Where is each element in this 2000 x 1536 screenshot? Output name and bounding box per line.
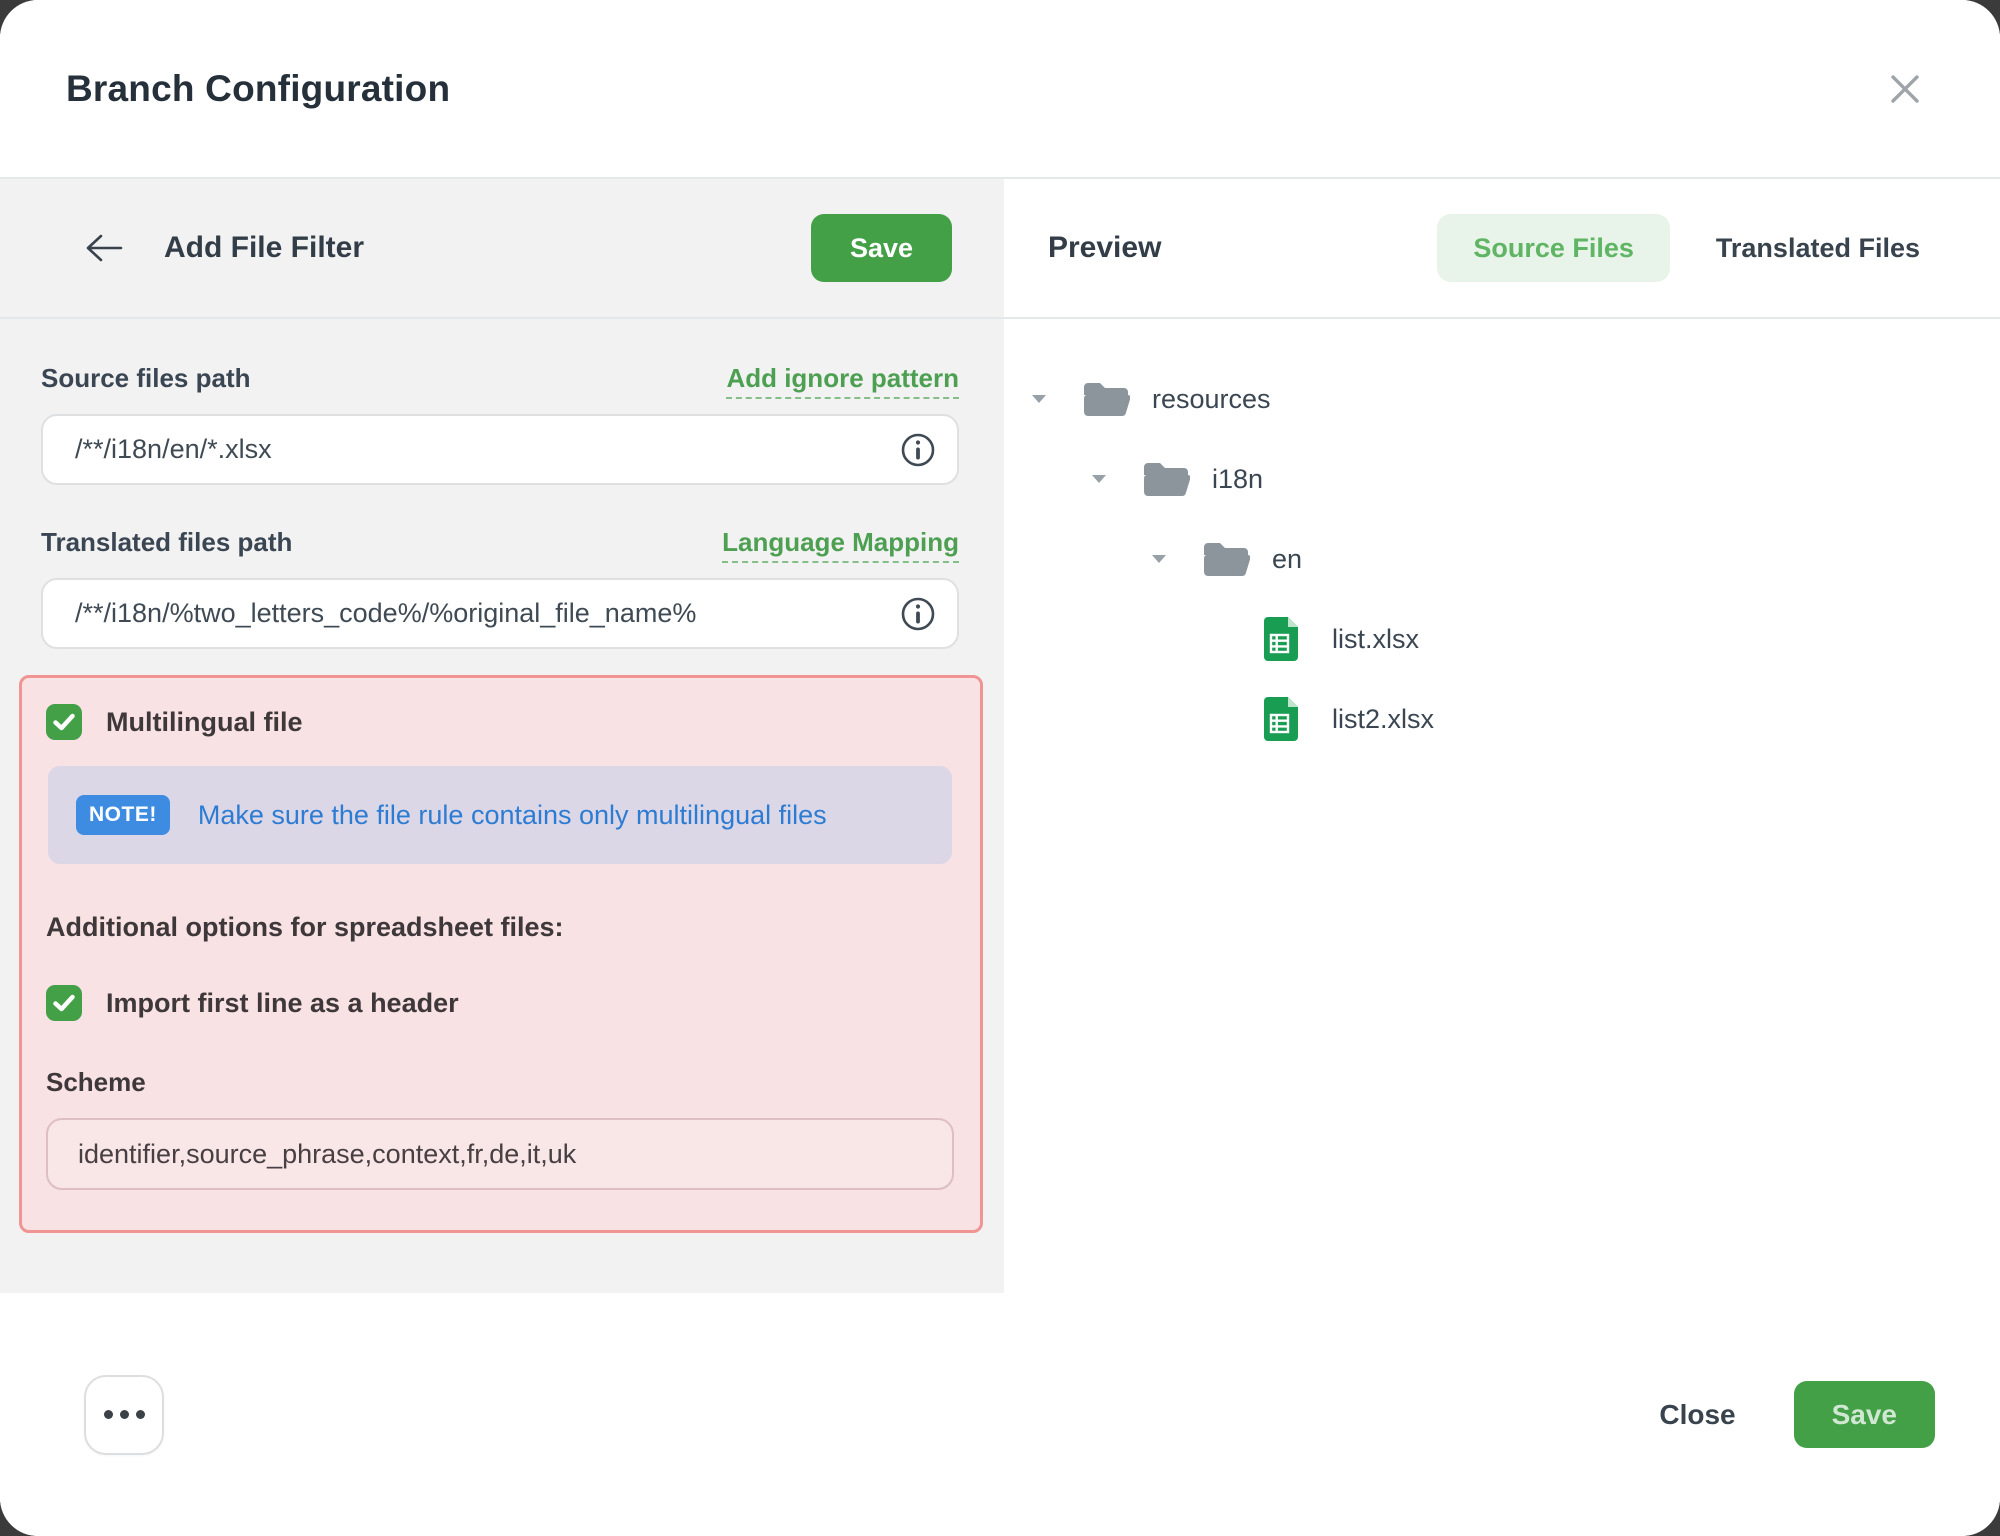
chevron-down-icon[interactable] (1030, 393, 1082, 405)
dot-icon (136, 1410, 145, 1419)
tree-row[interactable]: en (1004, 519, 2000, 599)
import-header-checkbox-row[interactable]: Import first line as a header (46, 985, 954, 1021)
note-badge: NOTE! (76, 795, 170, 835)
preview-tabs: Source Files Translated Files (1437, 214, 1920, 282)
close-icon[interactable] (1882, 66, 1928, 112)
translated-path-input[interactable] (41, 578, 959, 649)
multilingual-label: Multilingual file (106, 707, 303, 738)
tab-translated-files[interactable]: Translated Files (1716, 233, 1920, 264)
chevron-down-icon[interactable] (1090, 473, 1142, 485)
checkbox-checked-icon[interactable] (46, 704, 82, 740)
dot-icon (120, 1410, 129, 1419)
tree-item-name: resources (1152, 384, 1271, 415)
preview-panel: resources i18n en (1004, 319, 2000, 1293)
branch-configuration-modal: Branch Configuration Add File Filter Sav… (0, 0, 2000, 1536)
file-filter-form: Source files path Add ignore pattern Tra… (0, 319, 1004, 1293)
folder-icon (1202, 535, 1250, 583)
chevron-down-icon[interactable] (1150, 553, 1202, 565)
tree-row[interactable]: resources (1004, 359, 2000, 439)
more-options-button[interactable] (84, 1375, 164, 1455)
modal-title: Branch Configuration (66, 68, 450, 110)
scheme-label: Scheme (46, 1067, 954, 1098)
filter-header: Add File Filter Save (0, 179, 1004, 317)
multilingual-options-group: Multilingual file NOTE! Make sure the fi… (19, 675, 983, 1233)
source-path-input[interactable] (41, 414, 959, 485)
scheme-input[interactable] (46, 1118, 954, 1190)
additional-options-label: Additional options for spreadsheet files… (46, 912, 954, 943)
tree-row[interactable]: list2.xlsx (1004, 679, 2000, 759)
spreadsheet-file-icon (1262, 615, 1310, 663)
folder-icon (1142, 455, 1190, 503)
modal-body: Source files path Add ignore pattern Tra… (0, 319, 2000, 1293)
note-callout: NOTE! Make sure the file rule contains o… (48, 766, 952, 864)
modal-titlebar: Branch Configuration (0, 0, 2000, 179)
tree-item-name: en (1272, 544, 1302, 575)
source-path-label: Source files path (41, 363, 251, 394)
info-icon[interactable] (901, 597, 935, 631)
save-button[interactable]: Save (1794, 1381, 1935, 1448)
tab-source-files[interactable]: Source Files (1437, 214, 1670, 282)
modal-footer: Close Save (0, 1293, 2000, 1536)
folder-icon (1082, 375, 1130, 423)
info-icon[interactable] (901, 433, 935, 467)
tree-item-name: i18n (1212, 464, 1263, 495)
file-tree: resources i18n en (1004, 345, 2000, 759)
language-mapping-link[interactable]: Language Mapping (722, 527, 959, 563)
filter-save-button[interactable]: Save (811, 214, 952, 282)
close-button[interactable]: Close (1659, 1399, 1735, 1431)
checkbox-checked-icon[interactable] (46, 985, 82, 1021)
tree-item-name: list.xlsx (1332, 624, 1419, 655)
subheader-row: Add File Filter Save Preview Source File… (0, 179, 2000, 319)
dot-icon (104, 1410, 113, 1419)
back-arrow-icon[interactable] (80, 224, 128, 272)
multilingual-checkbox-row[interactable]: Multilingual file (46, 704, 954, 740)
tree-row[interactable]: list.xlsx (1004, 599, 2000, 679)
import-header-label: Import first line as a header (106, 988, 459, 1019)
preview-title: Preview (1048, 231, 1161, 265)
add-ignore-pattern-link[interactable]: Add ignore pattern (726, 363, 959, 399)
tree-row[interactable]: i18n (1004, 439, 2000, 519)
preview-header: Preview Source Files Translated Files (1004, 179, 2000, 317)
note-text: Make sure the file rule contains only mu… (198, 800, 827, 831)
tree-item-name: list2.xlsx (1332, 704, 1434, 735)
filter-title: Add File Filter (164, 231, 364, 265)
spreadsheet-file-icon (1262, 695, 1310, 743)
translated-path-label: Translated files path (41, 527, 292, 558)
